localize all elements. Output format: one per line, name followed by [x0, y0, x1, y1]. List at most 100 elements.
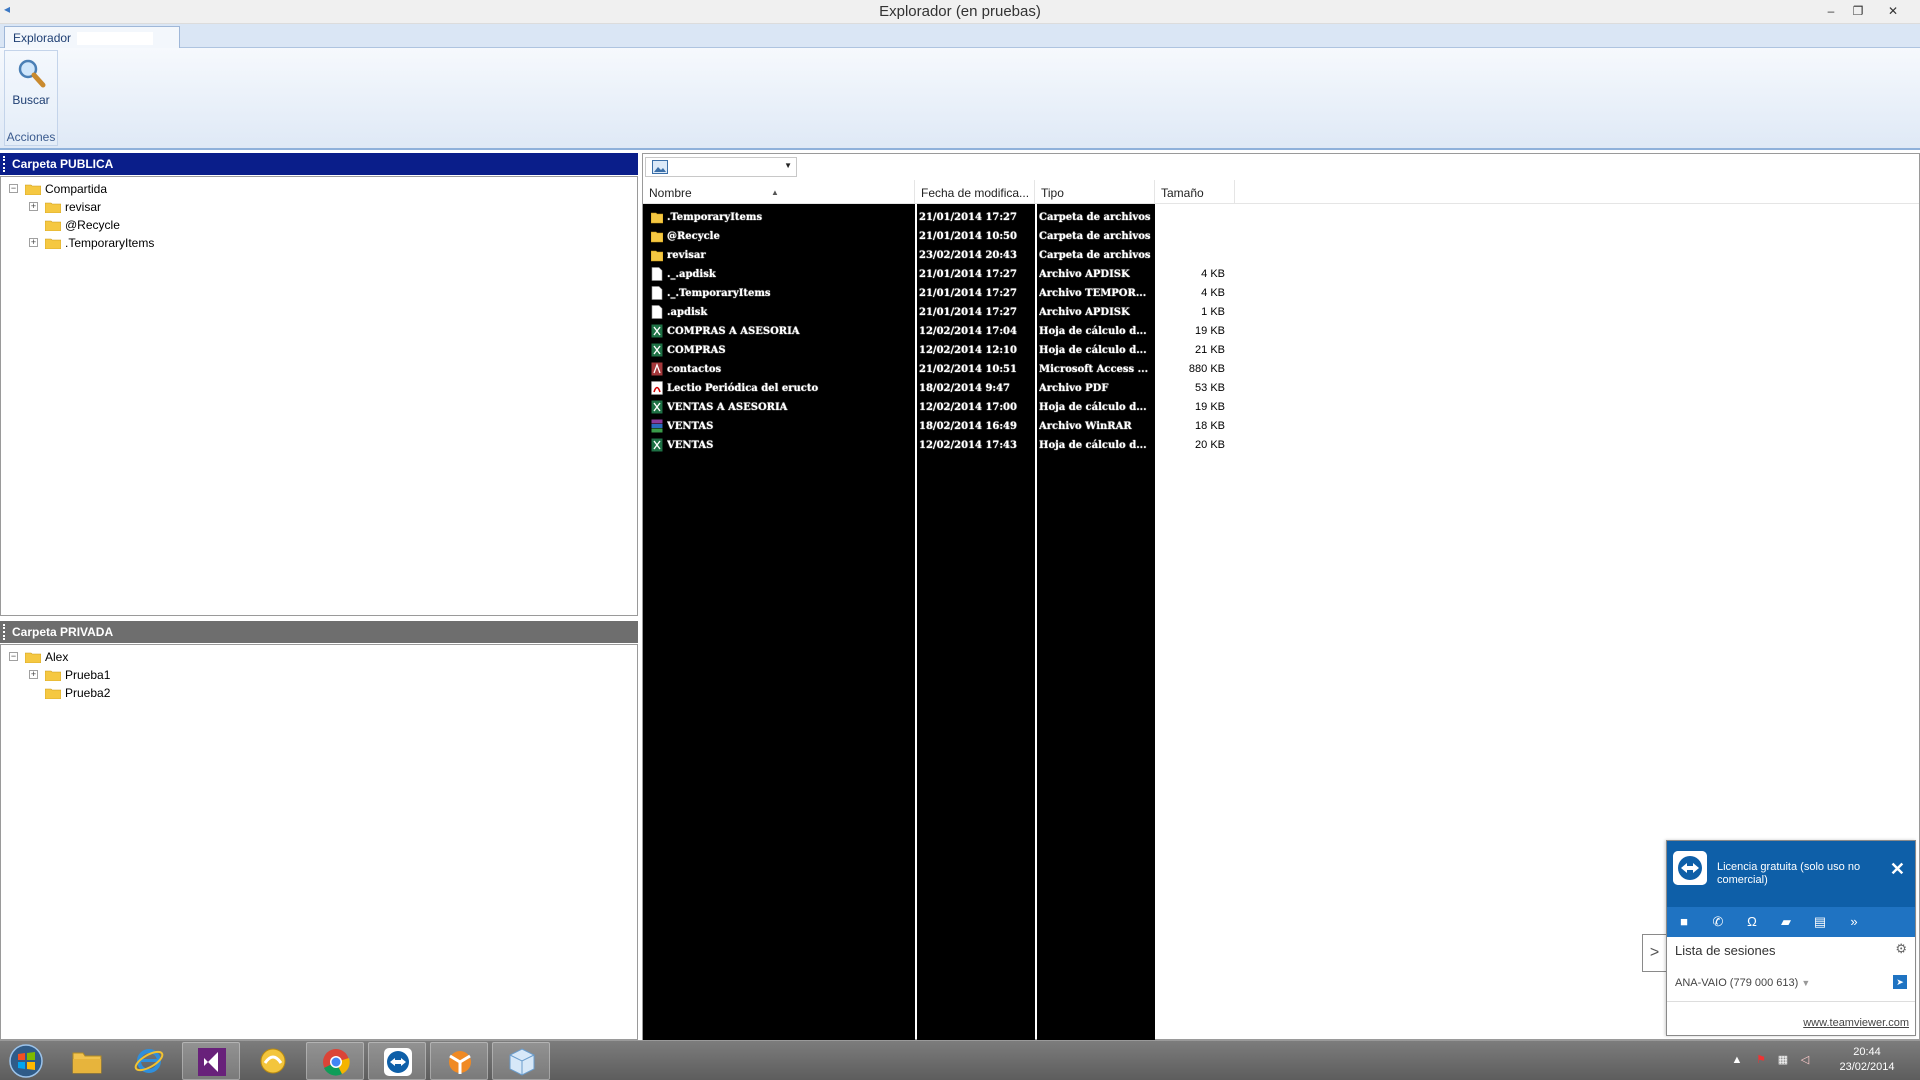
clock-time: 20:44 [1853, 1046, 1881, 1058]
taskbar-visual-studio[interactable] [182, 1042, 240, 1080]
connect-icon[interactable]: ➤ [1893, 975, 1907, 989]
file-row[interactable]: COMPRAS A ASESORIA 12/02/2014 17:04 Hoja d… [643, 322, 1643, 341]
folder-icon [45, 238, 61, 249]
file-type: Carpeta de archivos [1039, 250, 1151, 261]
file-name: contactos [667, 364, 722, 375]
avast-icon [449, 1051, 471, 1074]
ribbon-tab-strip: Explorador [0, 24, 1920, 49]
tree-item-label: @Recycle [65, 218, 120, 232]
file-row[interactable]: @Recycle 21/01/2014 10:50 Carpeta de archi… [643, 227, 1643, 246]
column-header-name[interactable]: Nombre ▲ [643, 180, 915, 204]
file-type: Archivo APDISK [1039, 269, 1130, 280]
headset-icon[interactable]: Ω [1743, 913, 1761, 931]
file-transfer-icon[interactable]: ▤ [1811, 913, 1829, 931]
phone-icon[interactable]: ✆ [1709, 913, 1727, 931]
column-header-name-label: Nombre [649, 186, 692, 200]
close-icon[interactable]: ✕ [1890, 859, 1905, 880]
session-computer[interactable]: ANA-VAIO (779 000 613) ▼ [1675, 977, 1810, 989]
more-icon[interactable]: » [1845, 913, 1863, 931]
file-row[interactable]: .apdisk 21/01/2014 17:27 Archivo APDISK 1 K… [643, 303, 1643, 322]
clock[interactable]: 20:44 23/02/2014 [1830, 1045, 1904, 1075]
app-icon-yellow [260, 1048, 286, 1074]
file-type: Microsoft Access ... [1039, 364, 1149, 375]
image-view-icon [652, 160, 668, 174]
file-row[interactable]: VENTAS 12/02/2014 17:43 Hoja de cálculo d.… [643, 436, 1643, 455]
group-label: Acciones [6, 130, 56, 144]
file-type: Archivo APDISK [1039, 307, 1130, 318]
file-size: 4 KB [1201, 268, 1225, 280]
start-button[interactable] [6, 1043, 46, 1079]
expand-icon[interactable]: + [29, 238, 38, 247]
maximize-button[interactable]: ❐ [1845, 0, 1871, 22]
tree-item-temporaryitems[interactable]: + .TemporaryItems [27, 234, 227, 252]
search-icon [18, 59, 46, 88]
tree-item-label: Prueba1 [65, 668, 111, 682]
tree-item-compartida[interactable]: − Compartida [9, 180, 209, 198]
collapse-icon[interactable]: − [9, 184, 18, 193]
view-mode-dropdown[interactable]: ▼ [645, 157, 797, 177]
taskbar-app-yellow[interactable] [244, 1042, 302, 1080]
file-row[interactable]: Lectio Periódica del eructo 18/02/2014 9:… [643, 379, 1643, 398]
show-hidden-icons-icon[interactable]: ▲ [1730, 1053, 1744, 1067]
folder-icon [45, 688, 61, 699]
file-date: 12/02/2014 17:04 [919, 326, 1017, 337]
file-type: Carpeta de archivos [1039, 231, 1151, 242]
file-row[interactable]: ._.apdisk 21/01/2014 17:27 Archivo APDISK 4… [643, 265, 1643, 284]
action-center-icon[interactable]: ⚑ [1754, 1053, 1768, 1067]
taskbar-file-explorer[interactable] [58, 1042, 116, 1080]
tree-item-prueba2[interactable]: Prueba2 [27, 684, 227, 702]
file-date: 21/01/2014 17:27 [919, 288, 1017, 299]
tree-item-prueba1[interactable]: + Prueba1 [27, 666, 227, 684]
expand-icon[interactable]: + [29, 202, 38, 211]
tree-item-recycle[interactable]: @Recycle [27, 216, 227, 234]
file-date: 21/02/2014 10:51 [919, 364, 1017, 375]
volume-muted-icon[interactable]: ◁ [1798, 1053, 1812, 1067]
file-icon [651, 267, 663, 281]
column-header-size[interactable]: Tamaño [1155, 180, 1235, 204]
gear-icon[interactable]: ⚙ [1895, 941, 1907, 957]
taskbar-chrome[interactable] [306, 1042, 364, 1080]
file-size: 21 KB [1195, 344, 1225, 356]
file-size: 18 KB [1195, 420, 1225, 432]
teamviewer-icon [384, 1048, 412, 1076]
file-explorer-icon [72, 1052, 102, 1074]
file-row[interactable]: VENTAS A ASESORIA 12/02/2014 17:00 Hoja de… [643, 398, 1643, 417]
file-name: COMPRAS [667, 345, 726, 356]
minimize-button[interactable]: – [1818, 0, 1844, 22]
taskbar-teamviewer[interactable] [368, 1042, 426, 1080]
expand-icon[interactable]: + [29, 670, 38, 679]
close-button[interactable]: ✕ [1880, 0, 1906, 22]
file-row[interactable]: contactos 21/02/2014 10:51 Microsoft Acces… [643, 360, 1643, 379]
internet-explorer-icon [134, 1049, 164, 1073]
folder-icon [651, 248, 663, 262]
excel-icon [651, 400, 663, 414]
taskbar-avast[interactable] [430, 1042, 488, 1080]
tree-item-alex[interactable]: − Alex [9, 648, 209, 666]
collapse-icon[interactable]: − [9, 652, 18, 661]
chat-icon[interactable]: ▰ [1777, 913, 1795, 931]
video-icon[interactable]: ■ [1675, 913, 1693, 931]
taskbar-internet-explorer[interactable] [120, 1042, 178, 1080]
file-row[interactable]: revisar 23/02/2014 20:43 Carpeta de archiv… [643, 246, 1643, 265]
file-type: Archivo TEMPOR... [1039, 288, 1147, 299]
teamviewer-link[interactable]: www.teamviewer.com [1803, 1017, 1909, 1029]
column-header-type[interactable]: Tipo [1035, 180, 1155, 204]
taskbar-explorer-app[interactable] [492, 1042, 550, 1080]
file-row[interactable]: .TemporaryItems 21/01/2014 17:27 Carpeta d… [643, 208, 1643, 227]
file-row[interactable]: COMPRAS 12/02/2014 12:10 Hoja de cálculo d… [643, 341, 1643, 360]
clock-date: 23/02/2014 [1839, 1061, 1895, 1073]
column-header-date[interactable]: Fecha de modifica... [915, 180, 1035, 204]
tree-item-revisar[interactable]: + revisar [27, 198, 227, 216]
tab-explorador[interactable]: Explorador [4, 26, 180, 49]
access-icon [651, 362, 663, 376]
file-row[interactable]: ._.TemporaryItems 21/01/2014 17:27 Archivo… [643, 284, 1643, 303]
file-size: 19 KB [1195, 325, 1225, 337]
file-row[interactable]: VENTAS 18/02/2014 16:49 Archivo WinRAR 18 K… [643, 417, 1643, 436]
file-list-header: Nombre ▲ Fecha de modifica... Tipo Tamaño [643, 180, 1919, 204]
file-date: 18/02/2014 16:49 [919, 421, 1017, 432]
teamviewer-expand-button[interactable]: > [1642, 934, 1666, 972]
search-button[interactable]: Buscar [9, 55, 53, 117]
file-size: 20 KB [1195, 439, 1225, 451]
network-icon[interactable]: ▦ [1776, 1053, 1790, 1067]
folder-icon [25, 652, 41, 663]
